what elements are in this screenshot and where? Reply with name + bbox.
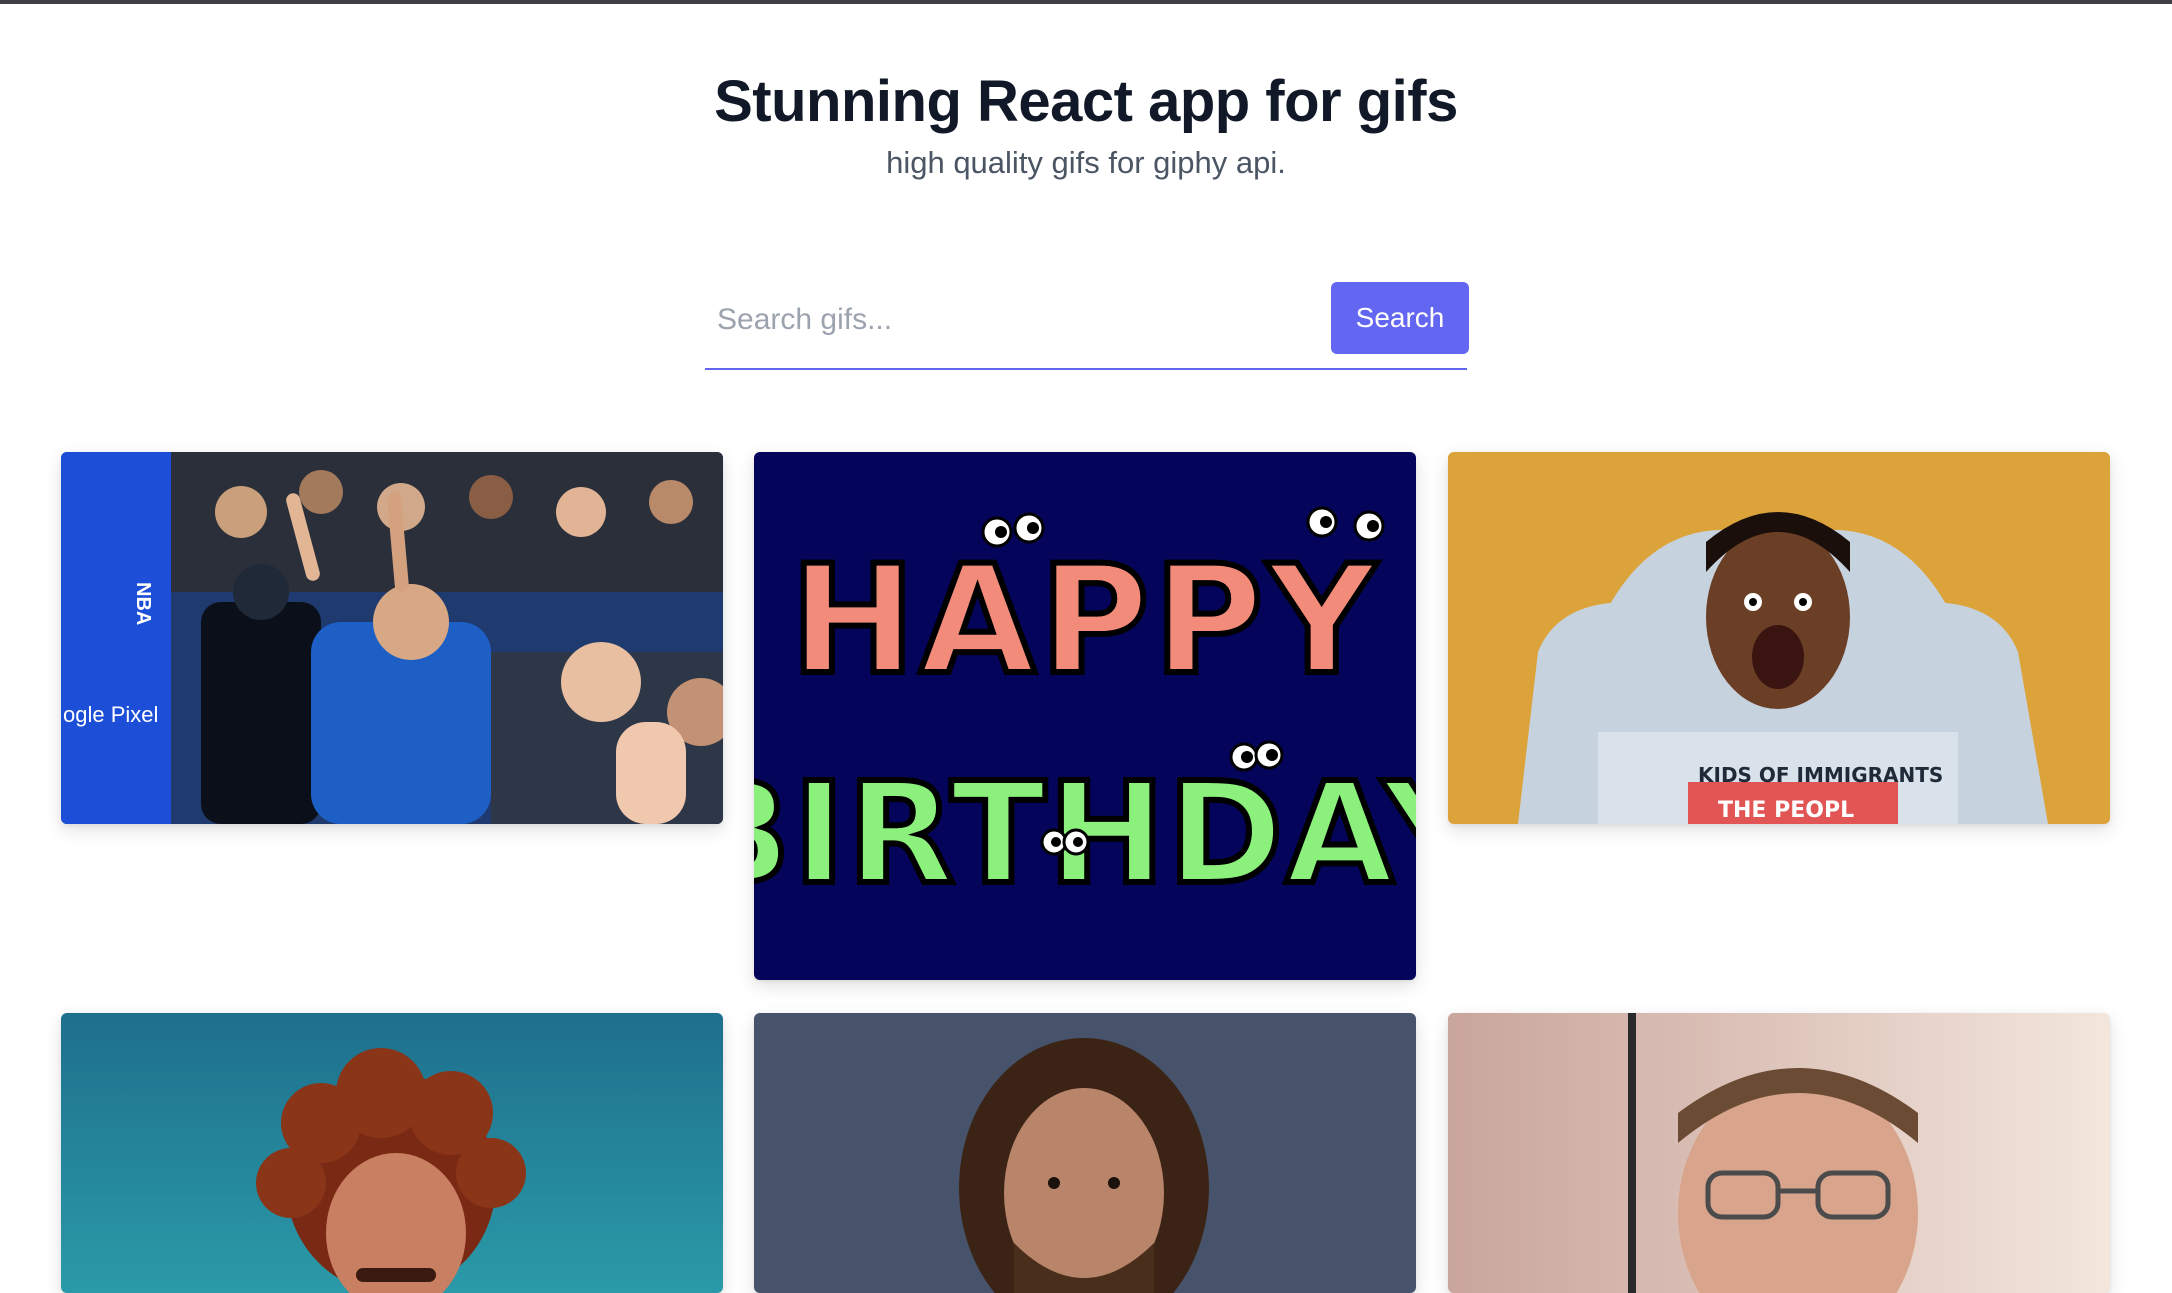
gif-overlay-text-basketball: ogle Pixel <box>63 702 158 727</box>
page-title: Stunning React app for gifs <box>714 69 1458 134</box>
page-subtitle: high quality gifs for giphy api. <box>886 145 1286 180</box>
birthday-line-1: HAPPY <box>790 534 1380 708</box>
browser-top-border <box>0 0 2172 4</box>
gif-card-curly-hair[interactable] <box>61 1013 723 1293</box>
gif-image-glasses <box>1448 1013 2110 1293</box>
gif-image-shocked-man: KIDS OF IMMIGRANTS THE PEOPL <box>1448 452 2110 824</box>
gif-court-text: NBA <box>132 582 154 625</box>
search-button[interactable]: Search <box>1331 282 1469 354</box>
page-header: Stunning React app for gifs high quality… <box>0 64 2172 184</box>
gif-card-long-hair[interactable] <box>754 1013 1416 1293</box>
gif-card-glasses[interactable] <box>1448 1013 2110 1293</box>
gif-card-shocked-man[interactable]: KIDS OF IMMIGRANTS THE PEOPL <box>1448 452 2110 824</box>
gif-image-birthday: HAPPY BIRTHDAY <box>754 452 1416 980</box>
search-form: Search <box>705 282 1469 370</box>
shirt-text-bottom: THE PEOPL <box>1718 798 1854 823</box>
shirt-text-top: KIDS OF IMMIGRANTS <box>1698 763 1943 787</box>
gif-image-basketball: ogle Pixel NBA <box>61 452 723 824</box>
gif-card-birthday[interactable]: HAPPY BIRTHDAY <box>754 452 1416 980</box>
search-input[interactable] <box>705 290 1315 350</box>
gif-card-basketball[interactable]: ogle Pixel NBA <box>61 452 723 824</box>
gif-image-curly-hair <box>61 1013 723 1293</box>
gif-image-long-hair <box>754 1013 1416 1293</box>
